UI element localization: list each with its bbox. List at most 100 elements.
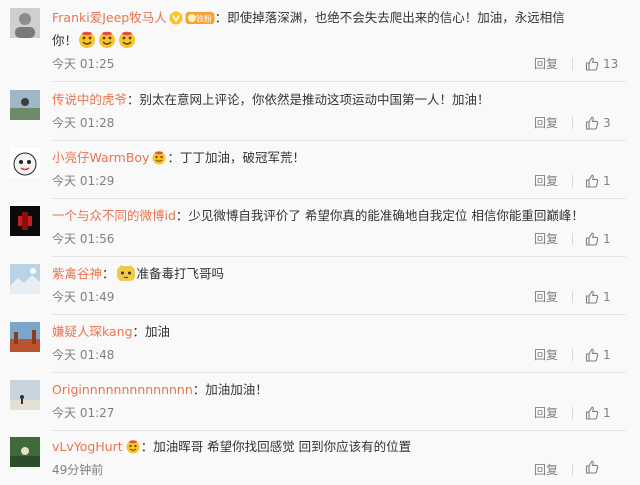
divider	[52, 256, 626, 257]
divider	[52, 81, 626, 82]
comment-text: ：即使掉落深渊，也绝不会失去爬出来的信心！加油，永远相信	[214, 10, 565, 25]
comment-footer: 今天 01:25 回复 13	[52, 54, 626, 74]
comment-body: Originnnnnnnnnnnnnn：加油加油！	[52, 380, 626, 400]
fan-badge-label: 铁粉	[196, 14, 212, 24]
comment-text: ：少见微博自我评价了 希望你真的能准确地自我定位 相信你能重回巅峰！	[175, 208, 584, 223]
like-count: 1	[603, 174, 611, 188]
divider	[52, 430, 626, 431]
comment-text: ：丁丁加油，破冠军荒！	[167, 150, 305, 165]
like-count: 13	[603, 57, 619, 71]
like-count: 1	[603, 232, 611, 246]
username-link[interactable]: Franki爱Jeep牧马人	[52, 10, 167, 25]
like-button[interactable]: 1	[585, 403, 611, 423]
separator	[572, 233, 573, 245]
divider	[52, 314, 626, 315]
fan-badge-icon	[151, 151, 167, 171]
reply-button[interactable]: 回复	[534, 460, 558, 480]
comment-text-continued: 你！	[52, 33, 78, 48]
username-link[interactable]: 一个与众不同的微博id	[52, 208, 176, 223]
comment-body: 小亮仔WarmBoy ：丁丁加油，破冠军荒！	[52, 148, 626, 171]
fan-badge-icon: 铁粉	[185, 11, 215, 31]
separator	[572, 291, 573, 303]
like-button[interactable]: 1	[585, 171, 611, 191]
avatar[interactable]	[10, 8, 40, 38]
reply-button[interactable]: 回复	[534, 229, 558, 249]
comment-footer: 今天 01:27 回复 1	[52, 403, 626, 423]
comment-text: 准备毒打飞哥吗	[136, 266, 225, 281]
avatar[interactable]	[10, 437, 40, 467]
like-button[interactable]: 13	[585, 54, 618, 74]
comment-body: Franki爱Jeep牧马人 铁粉 ：即使掉落深渊，也绝不会失去爬出来的信心！加油，…	[52, 8, 626, 55]
fan-badge-icon	[125, 440, 141, 460]
divider	[52, 140, 626, 141]
reply-button[interactable]: 回复	[534, 345, 558, 365]
thumbs-up-icon	[585, 116, 599, 130]
divider	[52, 372, 626, 373]
like-count: 1	[603, 406, 611, 420]
reply-button[interactable]: 回复	[534, 54, 558, 74]
emoji-face-icon	[116, 264, 136, 288]
comment-body: vLvYogHurt ：加油晖哥 希望你找回感觉 回到你应该有的位置	[52, 437, 626, 460]
comment-footer: 今天 01:48 回复 1	[52, 345, 626, 365]
comment-body: 传说中的虎爷：别太在意网上评论，你依然是推动这项运动中国第一人！加油！	[52, 90, 626, 110]
username-link[interactable]: vLvYogHurt	[52, 439, 123, 454]
separator	[572, 349, 573, 361]
username-link[interactable]: 紫禽谷神	[52, 266, 102, 281]
comment-footer: 今天 01:28 回复 3	[52, 113, 626, 133]
like-button[interactable]	[585, 460, 603, 474]
like-button[interactable]: 1	[585, 287, 611, 307]
comment-body: 嫌疑人琛kang：加油	[52, 322, 626, 342]
divider	[52, 198, 626, 199]
comment-text: ：加油	[132, 324, 171, 339]
like-count: 3	[603, 116, 611, 130]
reply-button[interactable]: 回复	[534, 403, 558, 423]
like-button[interactable]: 1	[585, 345, 611, 365]
avatar[interactable]	[10, 322, 40, 352]
separator	[572, 464, 573, 476]
timestamp: 今天 01:56	[52, 232, 115, 246]
reply-button[interactable]: 回复	[534, 171, 558, 191]
comment-body: 紫禽谷神： 准备毒打飞哥吗	[52, 264, 626, 288]
like-count: 1	[603, 348, 611, 362]
timestamp: 49分钟前	[52, 463, 104, 477]
emoji-face-icon	[78, 31, 96, 55]
separator	[572, 407, 573, 419]
timestamp: 今天 01:28	[52, 116, 115, 130]
reply-button[interactable]: 回复	[534, 287, 558, 307]
username-link[interactable]: 嫌疑人琛kang	[52, 324, 133, 339]
v-badge-icon	[169, 11, 183, 31]
timestamp: 今天 01:25	[52, 57, 115, 71]
timestamp: 今天 01:27	[52, 406, 115, 420]
emoji-face-icon	[118, 31, 136, 55]
thumbs-up-icon	[585, 232, 599, 246]
comment-footer: 今天 01:29 回复 1	[52, 171, 626, 191]
thumbs-up-icon	[585, 57, 599, 71]
emoji-face-icon	[98, 31, 116, 55]
comment-text: ：加油晖哥 希望你找回感觉 回到你应该有的位置	[140, 439, 412, 454]
reply-button[interactable]: 回复	[534, 113, 558, 133]
comment-text: ：别太在意网上评论，你依然是推动这项运动中国第一人！加油！	[127, 92, 490, 107]
thumbs-up-icon	[585, 174, 599, 188]
separator	[572, 175, 573, 187]
timestamp: 今天 01:49	[52, 290, 115, 304]
avatar[interactable]	[10, 90, 40, 120]
avatar[interactable]	[10, 148, 40, 178]
timestamp: 今天 01:48	[52, 348, 115, 362]
comment-footer: 今天 01:49 回复 1	[52, 287, 626, 307]
username-link[interactable]: Originnnnnnnnnnnnnn	[52, 382, 193, 397]
thumbs-up-icon	[585, 460, 599, 474]
like-button[interactable]: 1	[585, 229, 611, 249]
comment-body: 一个与众不同的微博id：少见微博自我评价了 希望你真的能准确地自我定位 相信你能…	[52, 206, 626, 226]
username-link[interactable]: 小亮仔WarmBoy	[52, 150, 149, 165]
separator	[572, 58, 573, 70]
comment-text: ：加油加油！	[192, 382, 268, 397]
thumbs-up-icon	[585, 348, 599, 362]
username-link[interactable]: 传说中的虎爷	[52, 92, 127, 107]
like-button[interactable]: 3	[585, 113, 611, 133]
avatar[interactable]	[10, 264, 40, 294]
avatar[interactable]	[10, 206, 40, 236]
thumbs-up-icon	[585, 290, 599, 304]
comment-footer: 49分钟前 回复	[52, 460, 626, 480]
thumbs-up-icon	[585, 406, 599, 420]
avatar[interactable]	[10, 380, 40, 410]
